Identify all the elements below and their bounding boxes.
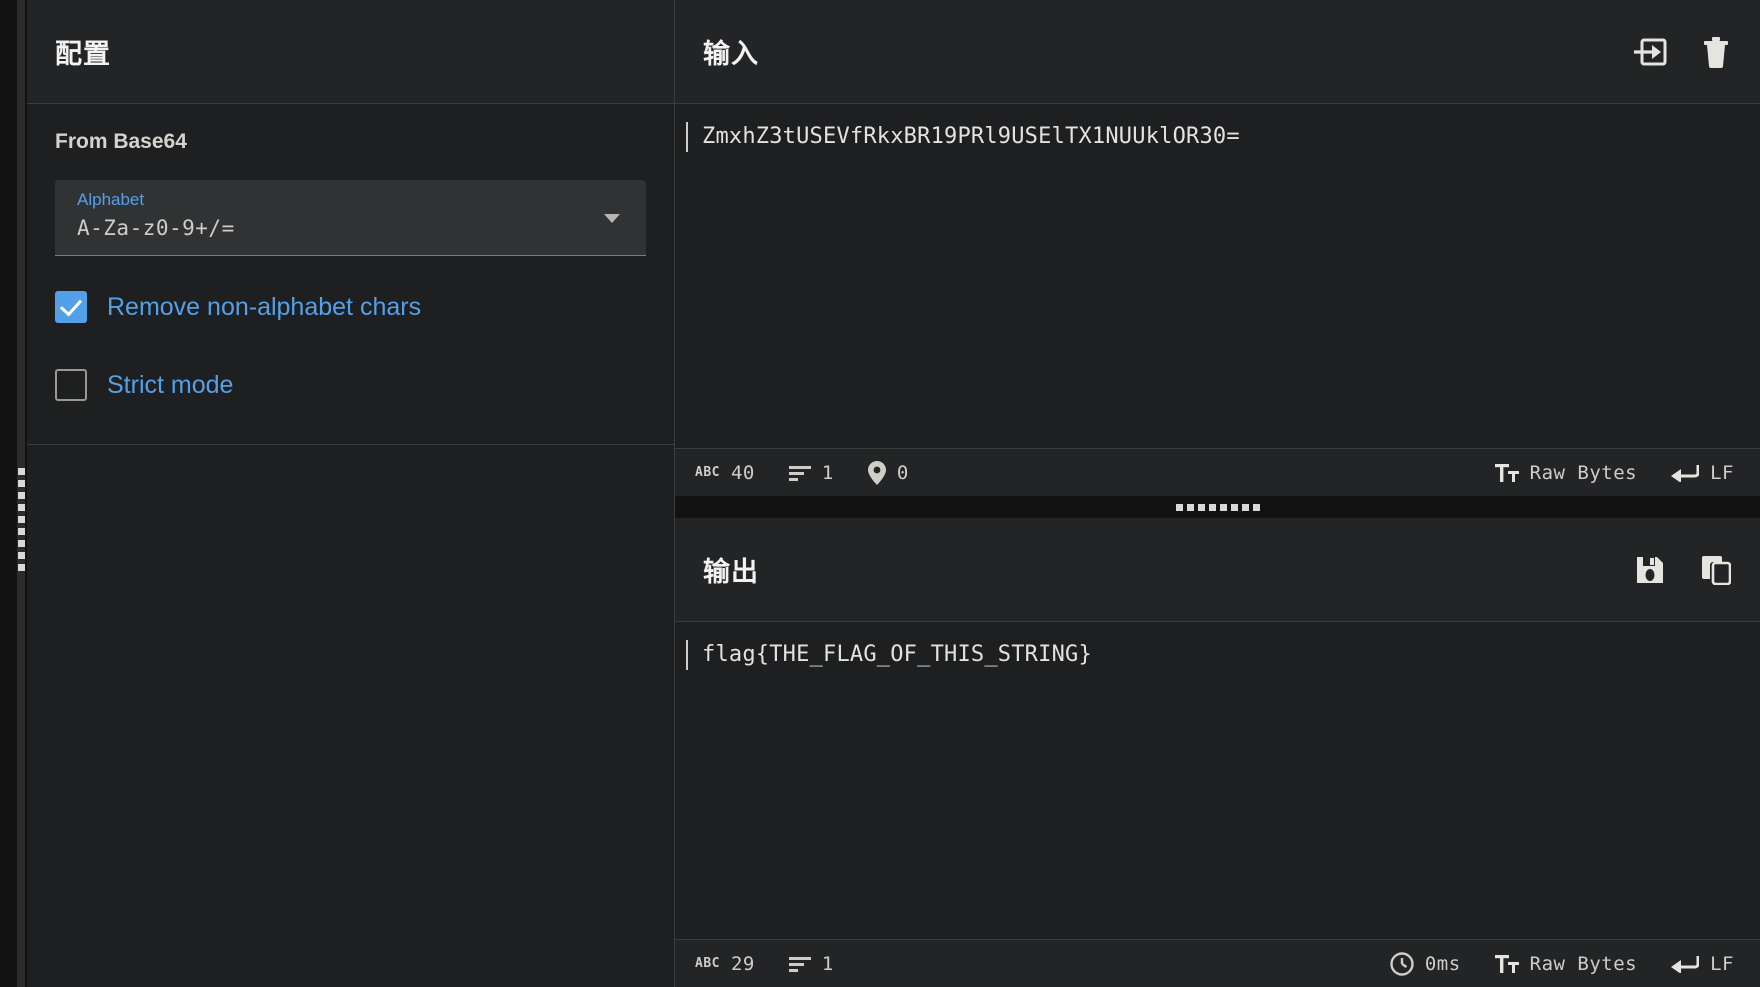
output-time-value: 0ms (1424, 952, 1461, 975)
clock-icon (1390, 951, 1414, 976)
lines-icon (788, 956, 811, 972)
output-length-group: ABC 29 (695, 953, 755, 975)
output-text[interactable]: flag{THE_FLAG_OF_THIS_STRING} (686, 640, 1760, 670)
output-editor-area[interactable]: flag{THE_FLAG_OF_THIS_STRING} (675, 622, 1760, 939)
enter-arrow-icon (1671, 955, 1700, 973)
output-panel-title: 输出 (703, 557, 759, 587)
rail-grip-dots[interactable] (18, 468, 25, 571)
io-column: 输入 ZmxhZ3tUSEVfRkxBR19PRl9USElTX1NUUklOR… (675, 0, 1760, 987)
checkbox-row-strict-mode[interactable]: Strict mode (55, 368, 646, 402)
input-position-group: 0 (867, 460, 909, 485)
output-encoding-group[interactable]: Raw Bytes (1494, 952, 1638, 975)
input-panel: 输入 ZmxhZ3tUSEVfRkxBR19PRl9USElTX1NUUklOR… (675, 0, 1760, 496)
output-line-ending-value: LF (1710, 952, 1734, 975)
save-floppy-icon[interactable] (1632, 552, 1668, 588)
input-panel-header: 输入 (675, 0, 1760, 104)
output-panel: 输出 flag{THE_FLAG_OF_THIS_STRING} ABC 29 … (675, 518, 1760, 987)
output-lines-group: 1 (788, 952, 834, 975)
config-panel-title: 配置 (55, 39, 111, 69)
output-time-group: 0ms (1390, 951, 1461, 976)
map-pin-icon (867, 460, 886, 485)
input-arrow-icon[interactable] (1632, 34, 1668, 70)
output-length-value: 29 (730, 952, 755, 975)
input-length-value: 40 (730, 461, 755, 484)
operation-title: From Base64 (55, 130, 187, 153)
lines-icon (788, 465, 811, 481)
checkbox-remove-non-alphabet-chars[interactable] (55, 291, 87, 323)
output-panel-actions (1632, 552, 1734, 588)
font-icon (1494, 954, 1519, 974)
trash-icon[interactable] (1698, 34, 1734, 70)
io-splitter[interactable] (675, 496, 1760, 518)
input-position-value: 0 (896, 461, 909, 484)
checkbox-label-remove-non-alphabet-chars: Remove non-alphabet chars (107, 292, 422, 321)
input-status-bar: ABC 40 1 0 Raw Bytes LF (675, 448, 1760, 496)
chevron-down-icon[interactable] (604, 214, 620, 223)
input-editor-area[interactable]: ZmxhZ3tUSEVfRkxBR19PRl9USElTX1NUUklOR30= (675, 104, 1760, 448)
abc-icon: ABC (695, 465, 720, 480)
checkbox-row-remove-non-alphabet-chars[interactable]: Remove non-alphabet chars (55, 290, 646, 324)
alphabet-select[interactable]: Alphabet A-Za-z0-9+/= (55, 180, 646, 256)
checkbox-strict-mode[interactable] (55, 369, 87, 401)
output-lines-value: 1 (821, 952, 834, 975)
enter-arrow-icon (1671, 464, 1700, 482)
input-encoding-value: Raw Bytes (1529, 461, 1638, 484)
splitter-grip-dots[interactable] (1175, 503, 1260, 511)
copy-icon[interactable] (1698, 552, 1734, 588)
abc-icon: ABC (695, 956, 720, 971)
input-panel-actions (1632, 34, 1734, 70)
output-line-ending-group[interactable]: LF (1671, 953, 1734, 975)
alphabet-label: Alphabet (77, 190, 145, 209)
output-panel-header: 输出 (675, 518, 1760, 622)
output-encoding-value: Raw Bytes (1529, 952, 1638, 975)
font-icon (1494, 463, 1519, 483)
input-line-ending-value: LF (1710, 461, 1734, 484)
input-encoding-group[interactable]: Raw Bytes (1494, 461, 1638, 484)
app-root: 配置 From Base64 Alphabet A-Za-z0-9+/= Rem… (0, 0, 1760, 987)
input-line-ending-group[interactable]: LF (1671, 462, 1734, 484)
config-empty-area (27, 445, 674, 987)
checkbox-label-strict-mode: Strict mode (107, 370, 234, 399)
operation-block-from-base64: From Base64 Alphabet A-Za-z0-9+/= Remove… (27, 104, 674, 445)
config-panel: 配置 From Base64 Alphabet A-Za-z0-9+/= Rem… (27, 0, 675, 987)
input-lines-group: 1 (788, 461, 834, 484)
input-panel-title: 输入 (703, 39, 759, 69)
output-status-bar: ABC 29 1 0ms Raw Bytes LF (675, 939, 1760, 987)
input-text[interactable]: ZmxhZ3tUSEVfRkxBR19PRl9USElTX1NUUklOR30= (686, 122, 1760, 152)
input-lines-value: 1 (821, 461, 834, 484)
config-panel-header: 配置 (27, 0, 674, 104)
input-length-group: ABC 40 (695, 462, 755, 484)
left-panel-resize-rail[interactable] (0, 0, 27, 987)
alphabet-value: A-Za-z0-9+/= (77, 216, 235, 240)
